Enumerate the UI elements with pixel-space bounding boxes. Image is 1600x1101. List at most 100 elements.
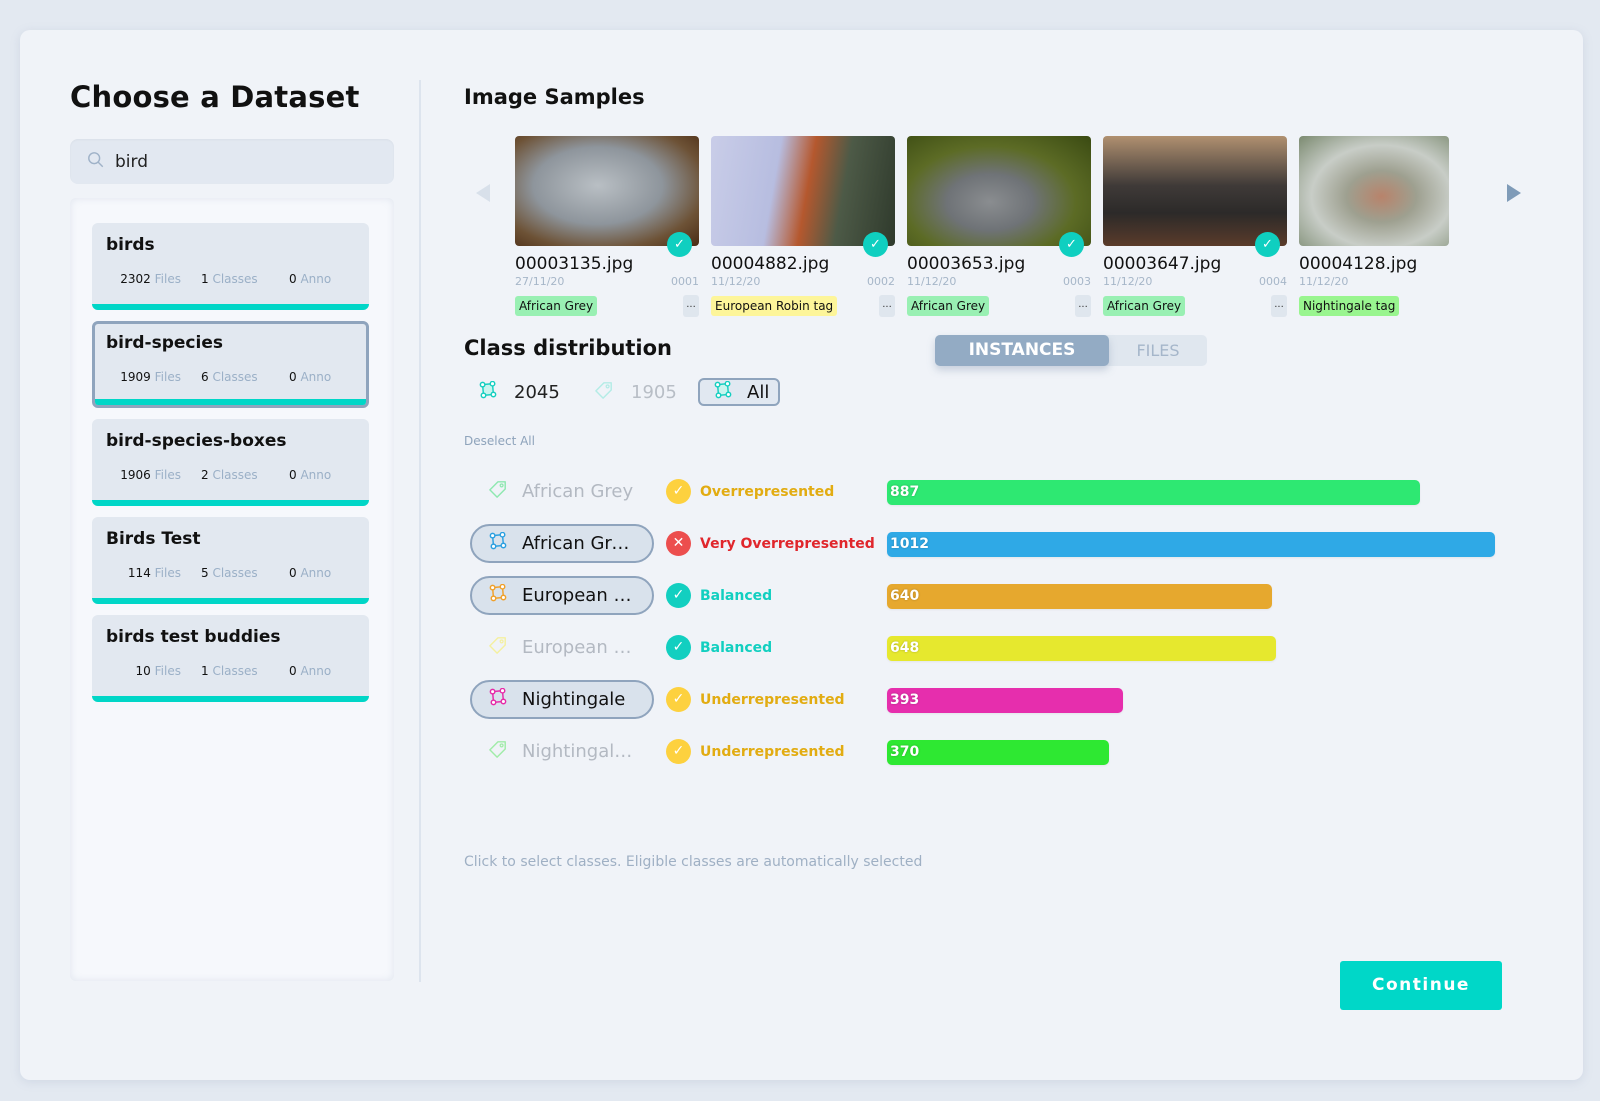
sample-thumbnail[interactable] (515, 136, 699, 246)
dataset-name: birds (106, 235, 155, 255)
tab-instances[interactable]: INSTANCES (935, 335, 1109, 366)
class-bar: 648 (887, 636, 1276, 661)
sample-tags: Nightingale tag (1299, 295, 1483, 317)
arrow-left-icon[interactable] (476, 184, 490, 202)
dataset-item[interactable]: bird-species 1909 Files 6 Classes 0 Anno (92, 321, 369, 408)
class-row[interactable]: Nightingale ✓ Underrepresented 393 (470, 680, 1520, 720)
more-button[interactable]: ... (879, 295, 895, 317)
sample-thumbnail[interactable] (907, 136, 1091, 246)
tab-files[interactable]: FILES (1109, 335, 1207, 366)
dataset-files: 2302 Files (120, 272, 181, 286)
status-label: Underrepresented (700, 691, 845, 708)
sample-meta: 27/11/20 0001 (515, 275, 699, 291)
tag-icon (489, 480, 522, 503)
instances-counter[interactable]: 2045 (479, 380, 560, 404)
check-circle-icon: ✓ (666, 739, 691, 764)
sample-tag: African Grey (515, 296, 598, 316)
dataset-list[interactable]: birds 2302 Files 1 Classes 0 Anno bird-speci… (70, 198, 394, 981)
class-bar: 1012 (887, 532, 1495, 557)
dataset-classes: 1 Classes (201, 272, 258, 286)
class-bar: 887 (887, 480, 1420, 505)
bar-value: 648 (890, 640, 920, 656)
tags-counter[interactable]: 1905 (595, 381, 677, 404)
image-sample[interactable]: 00004128.jpg 11/12/20 Nightingale tag (1299, 136, 1483, 317)
image-sample[interactable]: ✓ 00003135.jpg 27/11/20 0001 African Grey... (515, 136, 699, 317)
sample-thumbnail[interactable] (1299, 136, 1449, 246)
all-filter-button[interactable]: All (698, 378, 780, 406)
sample-date: 11/12/20 (1299, 275, 1349, 288)
class-chip[interactable]: African Grey (470, 472, 654, 511)
bar-value: 887 (890, 484, 920, 500)
polygon-icon (489, 531, 522, 555)
sample-meta: 11/12/20 0003 (907, 275, 1091, 291)
class-chip[interactable]: European … (470, 576, 654, 615)
arrow-right-icon[interactable] (1507, 184, 1521, 202)
class-chip[interactable]: Nightingale… (470, 732, 654, 771)
sample-tag: European Robin tag (711, 296, 838, 316)
class-row[interactable]: European … ✓ Balanced 640 (470, 576, 1520, 616)
bar-value: 393 (890, 692, 920, 708)
dataset-anno: 0 Anno (289, 370, 332, 384)
class-status: ✓ Underrepresented (666, 687, 845, 712)
check-circle-icon: ✓ (666, 479, 691, 504)
class-chip[interactable]: Nightingale (470, 680, 654, 719)
sample-filename: 00004882.jpg (711, 254, 830, 274)
sample-thumbnail[interactable] (711, 136, 895, 246)
dataset-anno: 0 Anno (289, 468, 332, 482)
search-box[interactable] (70, 139, 394, 184)
class-distribution-title: Class distribution (464, 336, 673, 360)
class-status: ✓ Balanced (666, 635, 772, 660)
search-input[interactable] (115, 151, 375, 172)
status-label: Very Overrepresented (700, 535, 875, 552)
sample-tag: Nightingale tag (1299, 296, 1400, 316)
class-chip[interactable]: African Gre… (470, 524, 654, 563)
dataset-files: 1909 Files (120, 370, 181, 384)
dataset-item[interactable]: birds 2302 Files 1 Classes 0 Anno (92, 223, 369, 310)
more-button[interactable]: ... (1075, 295, 1091, 317)
dataset-item[interactable]: Birds Test 114 Files 5 Classes 0 Anno (92, 517, 369, 604)
sample-index: 0002 (867, 275, 895, 288)
dataset-classes: 1 Classes (201, 664, 258, 678)
class-row[interactable]: Nightingale… ✓ Underrepresented 370 (470, 732, 1520, 772)
dataset-classes: 2 Classes (201, 468, 258, 482)
class-label: African Gre… (522, 533, 638, 554)
sample-date: 11/12/20 (711, 275, 761, 288)
check-icon: ✓ (667, 232, 692, 257)
class-row[interactable]: European … ✓ Balanced 648 (470, 628, 1520, 668)
deselect-all-link[interactable]: Deselect All (464, 434, 535, 448)
check-icon: ✓ (1255, 232, 1280, 257)
bar-value: 370 (890, 744, 920, 760)
sample-tags: European Robin tag... (711, 295, 895, 317)
more-button[interactable]: ... (1271, 295, 1287, 317)
sample-meta: 11/12/20 0004 (1103, 275, 1287, 291)
image-sample[interactable]: ✓ 00003647.jpg 11/12/20 0004 African Grey... (1103, 136, 1287, 317)
more-button[interactable]: ... (683, 295, 699, 317)
class-row[interactable]: African Grey ✓ Overrepresented 887 (470, 472, 1520, 512)
class-status: ✓ Underrepresented (666, 739, 845, 764)
sample-date: 27/11/20 (515, 275, 565, 288)
image-sample[interactable]: ✓ 00004882.jpg 11/12/20 0002 European Robin … (711, 136, 895, 317)
class-bar: 393 (887, 688, 1123, 713)
continue-button[interactable]: Continue (1340, 961, 1502, 1010)
dataset-item[interactable]: birds test buddies 10 Files 1 Classes 0 Ann… (92, 615, 369, 702)
check-circle-icon: ✓ (666, 635, 691, 660)
sample-thumbnail[interactable] (1103, 136, 1287, 246)
class-row[interactable]: African Gre… ✕ Very Overrepresented 1012 (470, 524, 1520, 564)
sample-date: 11/12/20 (1103, 275, 1153, 288)
status-label: Balanced (700, 587, 773, 604)
class-status: ✕ Very Overrepresented (666, 531, 875, 556)
bar-value: 1012 (890, 536, 929, 552)
dataset-files: 114 Files (127, 566, 181, 580)
sample-tag: African Grey (907, 296, 990, 316)
instances-files-toggle[interactable]: INSTANCES FILES (935, 335, 1207, 366)
instances-count: 2045 (514, 382, 560, 403)
class-chip[interactable]: European … (470, 628, 654, 667)
sample-filename: 00004128.jpg (1299, 254, 1418, 274)
image-sample[interactable]: ✓ 00003653.jpg 11/12/20 0003 African Grey... (907, 136, 1091, 317)
polygon-icon (489, 687, 522, 711)
tag-icon (595, 381, 613, 404)
status-label: Underrepresented (700, 743, 845, 760)
class-label: European … (522, 637, 632, 658)
hint-text: Click to select classes. Eligible classe… (464, 854, 923, 870)
dataset-item[interactable]: bird-species-boxes 1906 Files 2 Classes 0 A… (92, 419, 369, 506)
